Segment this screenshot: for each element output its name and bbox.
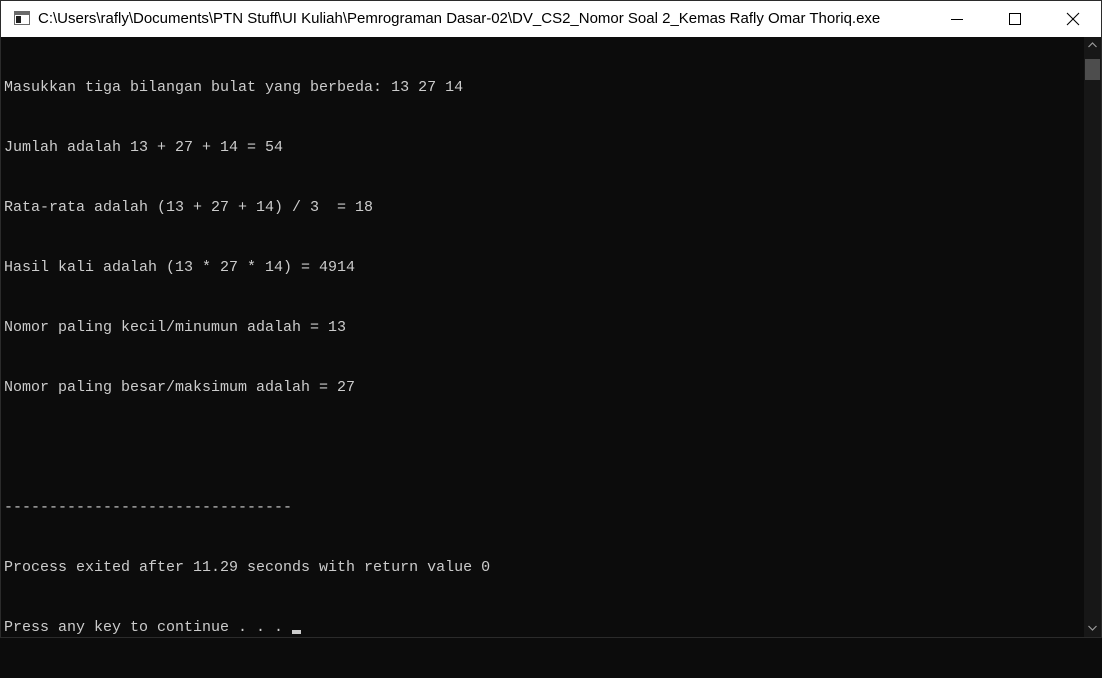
console-line: Nomor paling kecil/minumun adalah = 13 <box>4 319 347 336</box>
console-line: Masukkan tiga bilangan bulat yang berbed… <box>4 79 464 96</box>
process-exit-line: Process exited after 11.29 seconds with … <box>4 559 491 576</box>
continue-prompt-text: Press any key to continue . . . <box>4 619 293 636</box>
console-line: Rata-rata adalah (13 + 27 + 14) / 3 = 18 <box>4 199 374 216</box>
console-line: Jumlah adalah 13 + 27 + 14 = 54 <box>4 139 284 156</box>
text-cursor <box>292 630 302 634</box>
scroll-down-button[interactable] <box>1084 620 1101 637</box>
minimize-button[interactable] <box>928 1 986 37</box>
console-line: Nomor paling besar/maksimum adalah = 27 <box>4 379 356 396</box>
console-output[interactable]: Masukkan tiga bilangan bulat yang berbed… <box>4 38 1082 638</box>
minimize-icon <box>951 19 963 20</box>
scroll-thumb[interactable] <box>1085 59 1100 80</box>
console-app-icon[interactable] <box>14 11 30 25</box>
title-bar[interactable]: C:\Users\rafly\Documents\PTN Stuff\UI Ku… <box>1 1 1101 37</box>
console-line: Hasil kali adalah (13 * 27 * 14) = 4914 <box>4 259 356 276</box>
maximize-icon <box>1009 13 1021 25</box>
console-window: C:\Users\rafly\Documents\PTN Stuff\UI Ku… <box>0 0 1102 638</box>
close-icon <box>1066 12 1080 26</box>
chevron-up-icon <box>1088 42 1097 48</box>
separator-line: -------------------------------- <box>4 499 293 516</box>
scroll-up-button[interactable] <box>1084 37 1101 54</box>
continue-prompt-line: Press any key to continue . . . <box>4 618 1082 638</box>
chevron-down-icon <box>1088 625 1097 631</box>
vertical-scrollbar[interactable] <box>1084 37 1101 637</box>
window-title: C:\Users\rafly\Documents\PTN Stuff\UI Ku… <box>38 10 881 27</box>
close-button[interactable] <box>1044 1 1102 37</box>
maximize-button[interactable] <box>986 1 1044 37</box>
